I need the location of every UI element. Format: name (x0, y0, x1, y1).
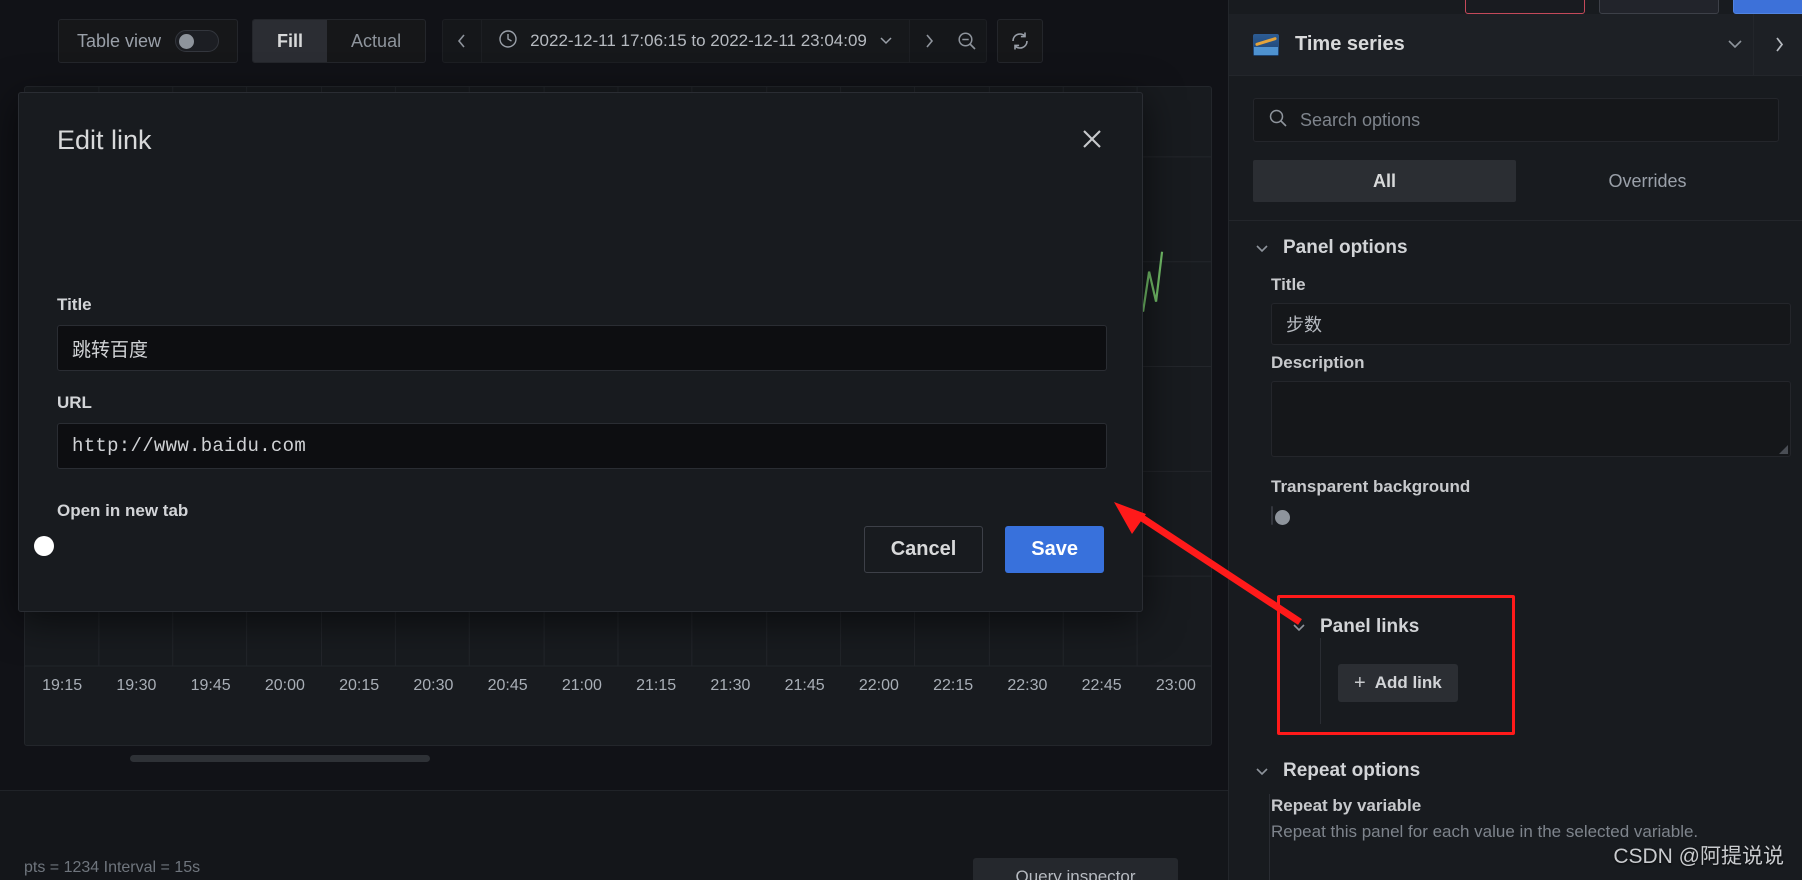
table-view-switch[interactable] (175, 30, 220, 52)
transparent-background-field: Transparent background (1229, 457, 1802, 525)
watermark: CSDN @阿提说说 (1613, 845, 1784, 868)
chart-x-axis: 19:15 19:30 19:45 20:00 20:15 20:30 20:4… (25, 677, 1211, 717)
panel-title-field: Title 步数 (1229, 267, 1802, 345)
refresh-button[interactable] (996, 19, 1043, 63)
transparent-background-label: Transparent background (1271, 477, 1471, 496)
time-range-picker[interactable]: 2022-12-11 17:06:15 to 2022-12-11 23:04:… (481, 20, 910, 62)
chevron-down-icon[interactable] (1255, 241, 1269, 256)
x-tick: 22:15 (933, 677, 974, 694)
table-view-label: Table view (77, 30, 162, 51)
cancel-button[interactable]: Cancel (863, 526, 984, 573)
segment-fill[interactable]: Fill (253, 20, 328, 62)
open-new-tab-label: Open in new tab (57, 501, 189, 520)
add-link-label: Add link (1374, 673, 1442, 692)
dialog-title: Edit link (57, 125, 152, 155)
x-tick: 21:30 (710, 677, 751, 694)
options-tabs: All Overrides (1253, 160, 1779, 202)
x-tick: 22:30 (1007, 677, 1048, 694)
chevron-down-icon (879, 34, 893, 48)
search-placeholder: Search options (1300, 109, 1421, 130)
scrollbar-thumb[interactable] (130, 755, 430, 762)
x-tick: 21:45 (784, 677, 825, 694)
resize-grip-icon[interactable] (1779, 445, 1788, 454)
search-options-field[interactable]: Search options (1253, 98, 1779, 142)
dialog-actions: Cancel Save (863, 526, 1104, 573)
edit-link-dialog: Edit link Title 跳转百度 URL http://www.baid… (18, 92, 1143, 612)
repeat-by-variable-description: Repeat this panel for each value in the … (1271, 822, 1699, 841)
visualization-picker[interactable]: Time series (1229, 13, 1802, 76)
panel-description-textarea[interactable] (1271, 381, 1791, 457)
repeat-by-variable-field: Repeat by variable Repeat this panel for… (1229, 782, 1802, 842)
x-tick: 19:15 (42, 677, 83, 694)
tab-overrides[interactable]: Overrides (1516, 160, 1779, 202)
x-tick: 20:00 (264, 677, 305, 694)
panel-description-field: Description (1229, 345, 1802, 457)
x-tick: 20:45 (487, 677, 528, 694)
panel-title-input[interactable]: 步数 (1271, 303, 1791, 345)
link-url-label: URL (57, 393, 92, 412)
section-repeat-options: Repeat options Repeat by variable Repeat… (1229, 760, 1802, 880)
zoom-out-icon[interactable] (948, 20, 986, 62)
link-title-field: Title 跳转百度 (57, 295, 1107, 371)
section-guide-line (1320, 638, 1321, 724)
transparent-background-switch[interactable] (1271, 506, 1290, 525)
x-tick: 23:00 (1155, 677, 1196, 694)
save-dashboard-button[interactable] (1599, 0, 1719, 14)
time-range-text: 2022-12-11 17:06:15 to 2022-12-11 23:04:… (530, 31, 867, 50)
panel-description-label: Description (1271, 353, 1365, 372)
time-shift-back-icon[interactable] (443, 20, 481, 62)
link-title-label: Title (57, 295, 92, 314)
fill-actual-segment: Fill Actual (252, 19, 427, 63)
x-tick: 22:45 (1081, 677, 1122, 694)
plus-icon: + (1354, 671, 1366, 694)
panel-toolbar: Table view Fill Actual 2022-12-11 17:06:… (0, 14, 1228, 68)
x-tick: 22:00 (858, 677, 899, 694)
time-series-icon (1253, 33, 1279, 56)
section-title: Panel options (1283, 237, 1408, 258)
repeat-by-variable-label: Repeat by variable (1271, 796, 1422, 815)
time-range-controls: 2022-12-11 17:06:15 to 2022-12-11 23:04:… (442, 19, 987, 63)
panel-title-label: Title (1271, 275, 1306, 294)
panel-links-highlight: Panel links + Add link (1277, 595, 1515, 735)
panel-edit-actions (1465, 0, 1802, 14)
x-tick: 20:15 (339, 677, 380, 694)
search-icon (1268, 108, 1288, 133)
add-link-button[interactable]: + Add link (1338, 664, 1458, 702)
apply-button[interactable] (1733, 0, 1802, 14)
repeat-options-header[interactable]: Repeat options (1229, 760, 1802, 782)
chevron-down-icon[interactable] (1255, 764, 1269, 779)
time-shift-forward-icon[interactable] (910, 20, 948, 62)
clock-icon (498, 29, 518, 54)
repeat-options-title: Repeat options (1283, 760, 1421, 781)
chevron-down-icon[interactable] (1292, 620, 1306, 635)
save-button[interactable]: Save (1005, 526, 1104, 573)
section-panel-options[interactable]: Panel options (1229, 221, 1802, 267)
link-url-field: URL http://www.baidu.com (57, 393, 1107, 469)
link-url-input[interactable]: http://www.baidu.com (57, 423, 1107, 469)
query-inspector-button[interactable]: Query inspector (973, 858, 1178, 880)
query-meta-text: pts = 1234 Interval = 15s (24, 859, 201, 876)
x-tick: 21:00 (561, 677, 602, 694)
x-tick: 19:30 (116, 677, 157, 694)
visualization-name: Time series (1295, 33, 1405, 55)
section-guide-line (1269, 794, 1270, 880)
x-tick: 21:15 (636, 677, 677, 694)
segment-actual[interactable]: Actual (327, 20, 425, 62)
horizontal-scrollbar[interactable] (130, 755, 1210, 762)
options-sidebar: Time series Search options All Overrides… (1228, 0, 1802, 880)
panel-links-title: Panel links (1320, 616, 1420, 637)
chevron-down-icon[interactable] (1727, 36, 1743, 53)
x-tick: 19:45 (190, 677, 231, 694)
table-view-toggle[interactable]: Table view (58, 19, 239, 63)
close-icon[interactable] (1070, 117, 1114, 161)
x-tick: 20:30 (413, 677, 454, 694)
panel-links-header[interactable]: Panel links (1280, 598, 1512, 638)
link-title-input[interactable]: 跳转百度 (57, 325, 1107, 371)
discard-button[interactable] (1465, 0, 1585, 14)
tab-all[interactable]: All (1253, 160, 1516, 202)
collapse-options-icon[interactable] (1753, 13, 1802, 76)
